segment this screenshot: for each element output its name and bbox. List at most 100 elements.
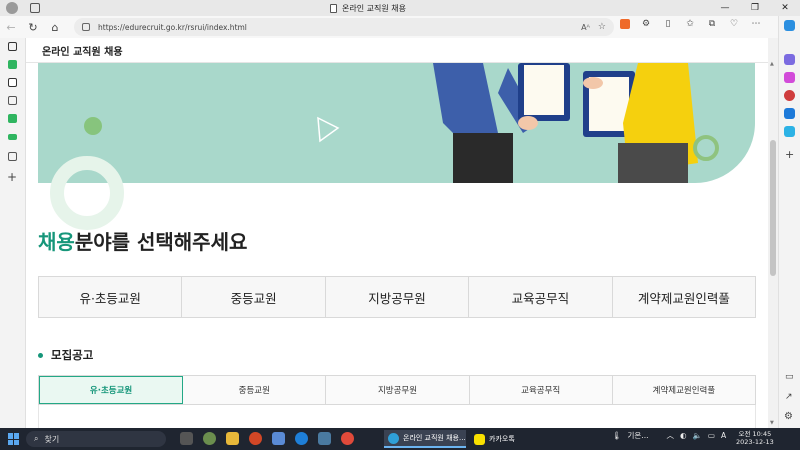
favorite-star-icon[interactable]: ☆	[598, 22, 606, 32]
windows-start-icon[interactable]	[8, 433, 20, 445]
heading-accent: 채용	[38, 230, 75, 254]
minimize-icon[interactable]: —	[710, 3, 740, 13]
hero-banner	[38, 63, 755, 183]
settings-gear-icon[interactable]: ⚙	[784, 411, 793, 422]
external-open-icon[interactable]: ↗	[785, 392, 793, 402]
app-icon[interactable]	[272, 432, 285, 445]
tab-actions-icon[interactable]	[8, 42, 17, 51]
tab-line-icon[interactable]	[8, 134, 17, 140]
extension-icon[interactable]	[620, 19, 630, 29]
lock-icon[interactable]	[82, 23, 90, 31]
search-icon: ⌕	[34, 434, 39, 443]
ime-icon[interactable]: A	[721, 431, 726, 440]
browser-tab[interactable]: 온라인 교직원 채용	[330, 0, 406, 16]
speaker-icon[interactable]: 🔈	[693, 431, 702, 440]
category-secondary[interactable]: 중등교원	[182, 277, 326, 317]
collections-icon[interactable]: ⧉	[706, 19, 718, 29]
tab-naver-icon[interactable]	[8, 114, 17, 123]
refresh-icon[interactable]: ↻	[22, 21, 44, 34]
category-contract-pool[interactable]: 계약제교원인력풀	[613, 277, 755, 317]
drop-icon[interactable]	[784, 126, 795, 137]
decor-dot	[84, 117, 102, 135]
page-header: 온라인 교직원 채용	[26, 38, 768, 63]
weather-icon[interactable]: 🌡	[612, 431, 622, 440]
outlook-icon[interactable]	[784, 108, 795, 119]
new-tab-icon[interactable]: +	[7, 170, 17, 184]
taskbar-edge-app[interactable]: 온라인 교직원 채용...	[384, 430, 466, 448]
window-controls: — ❐ ✕	[710, 0, 800, 16]
web-page: 온라인 교직원 채용 채용분야를 선택해주세요 유·초등교원 중등교원 지방공무…	[26, 38, 768, 428]
notice-tab-local-official[interactable]: 지방공무원	[326, 376, 470, 404]
extensions-puzzle-icon[interactable]: ⚙	[640, 19, 652, 29]
add-sidebar-icon[interactable]: +	[785, 148, 794, 161]
notice-tab-elementary[interactable]: 유·초등교원	[39, 376, 184, 404]
edge-sidebar: + ▭ ↗ ⚙	[778, 16, 800, 428]
vertical-tabs-bar: +	[0, 38, 26, 428]
scroll-up-icon[interactable]: ▲	[770, 61, 774, 67]
taskbar-search[interactable]: ⌕ 찾기	[26, 431, 166, 447]
browser-essentials-icon[interactable]: ♡	[728, 19, 740, 29]
app2-icon[interactable]	[318, 432, 331, 445]
notice-tab-secondary[interactable]: 중등교원	[183, 376, 327, 404]
powerpoint-icon[interactable]	[249, 432, 262, 445]
profile-icon[interactable]	[6, 2, 18, 14]
tab-title: 온라인 교직원 채용	[342, 3, 406, 13]
workspaces-icon[interactable]	[30, 3, 40, 13]
screen: 온라인 교직원 채용 — ❐ ✕ ← ↻ ⌂ https://edurecrui…	[0, 0, 800, 450]
split-screen-icon[interactable]: ▯	[662, 19, 674, 29]
page-scrollbar[interactable]: ▲ ▼	[768, 38, 778, 428]
notice-tab-contract-pool[interactable]: 계약제교원인력풀	[613, 376, 755, 404]
notice-tabs: 유·초등교원 중등교원 지방공무원 교육공무직 계약제교원인력풀	[38, 375, 756, 405]
chrome-icon[interactable]	[341, 432, 354, 445]
battery-icon[interactable]: ▭	[708, 431, 715, 440]
notice-section-title: 모집공고	[38, 347, 93, 363]
notice-title: 모집공고	[51, 348, 94, 362]
home-icon[interactable]: ⌂	[44, 21, 66, 34]
section-heading: 채용분야를 선택해주세요	[38, 226, 247, 255]
scroll-thumb[interactable]	[770, 140, 776, 276]
shopping-icon[interactable]	[784, 54, 795, 65]
tab-doc-icon[interactable]	[8, 96, 17, 105]
read-aloud-icon[interactable]: Aᴬ	[581, 23, 590, 32]
title-bar: 온라인 교직원 채용 — ❐ ✕	[0, 0, 800, 16]
office-icon[interactable]	[784, 90, 795, 101]
maximize-icon[interactable]: ❐	[740, 3, 770, 13]
decor-ring	[50, 156, 124, 230]
search-label: 찾기	[44, 434, 60, 444]
close-icon[interactable]: ✕	[770, 3, 800, 13]
weather-label[interactable]: 기온...	[628, 430, 649, 441]
kakao-app-label: 카카오톡	[489, 435, 515, 443]
category-tabs: 유·초등교원 중등교원 지방공무원 교육공무직 계약제교원인력풀	[38, 276, 756, 318]
system-tray: 🌡 기온... ︿ ◐ 🔈 ▭ A	[612, 430, 726, 441]
edge-icon	[388, 432, 399, 444]
tools-icon[interactable]	[784, 72, 795, 83]
tray-chevron-icon[interactable]: ︿	[666, 430, 674, 441]
more-icon[interactable]: ⋯	[750, 19, 762, 29]
copilot-icon[interactable]	[784, 20, 795, 31]
notice-tab-education-staff[interactable]: 교육공무직	[470, 376, 613, 404]
page-title: 온라인 교직원 채용	[42, 47, 123, 58]
category-local-official[interactable]: 지방공무원	[326, 277, 470, 317]
taskbar-kakao-app[interactable]: 카카오톡	[470, 430, 530, 448]
tab-page-icon[interactable]	[8, 78, 17, 87]
page-icon	[330, 3, 337, 13]
task-view-icon[interactable]	[180, 432, 193, 445]
tab-doc-icon[interactable]	[8, 152, 17, 161]
tray-app-icon[interactable]: ◐	[680, 431, 687, 440]
favorites-icon[interactable]: ✩	[684, 19, 696, 29]
category-education-staff[interactable]: 교육공무직	[469, 277, 613, 317]
scroll-down-icon[interactable]: ▼	[770, 420, 774, 426]
widgets-icon[interactable]	[203, 432, 216, 445]
address-bar[interactable]: https://edurecruit.go.kr/rsrui/index.htm…	[74, 18, 614, 36]
tab-naver-icon[interactable]	[8, 60, 17, 69]
bullet-icon	[38, 352, 43, 358]
taskbar: ⌕ 찾기 온라인 교직원 채용... 카카오톡 🌡 기온... ︿ ◐ 🔈 ▭ …	[0, 428, 800, 450]
ie-icon[interactable]	[295, 432, 308, 445]
file-explorer-icon[interactable]	[226, 432, 239, 445]
back-icon[interactable]: ←	[0, 21, 22, 34]
url-text[interactable]: https://edurecruit.go.kr/rsrui/index.htm…	[98, 23, 247, 32]
clock[interactable]: 오전 10:45 2023-12-13	[736, 430, 774, 446]
sidebar-layout-icon[interactable]: ▭	[785, 372, 794, 382]
edge-app-label: 온라인 교직원 채용...	[403, 434, 466, 442]
category-elementary[interactable]: 유·초등교원	[39, 277, 183, 317]
